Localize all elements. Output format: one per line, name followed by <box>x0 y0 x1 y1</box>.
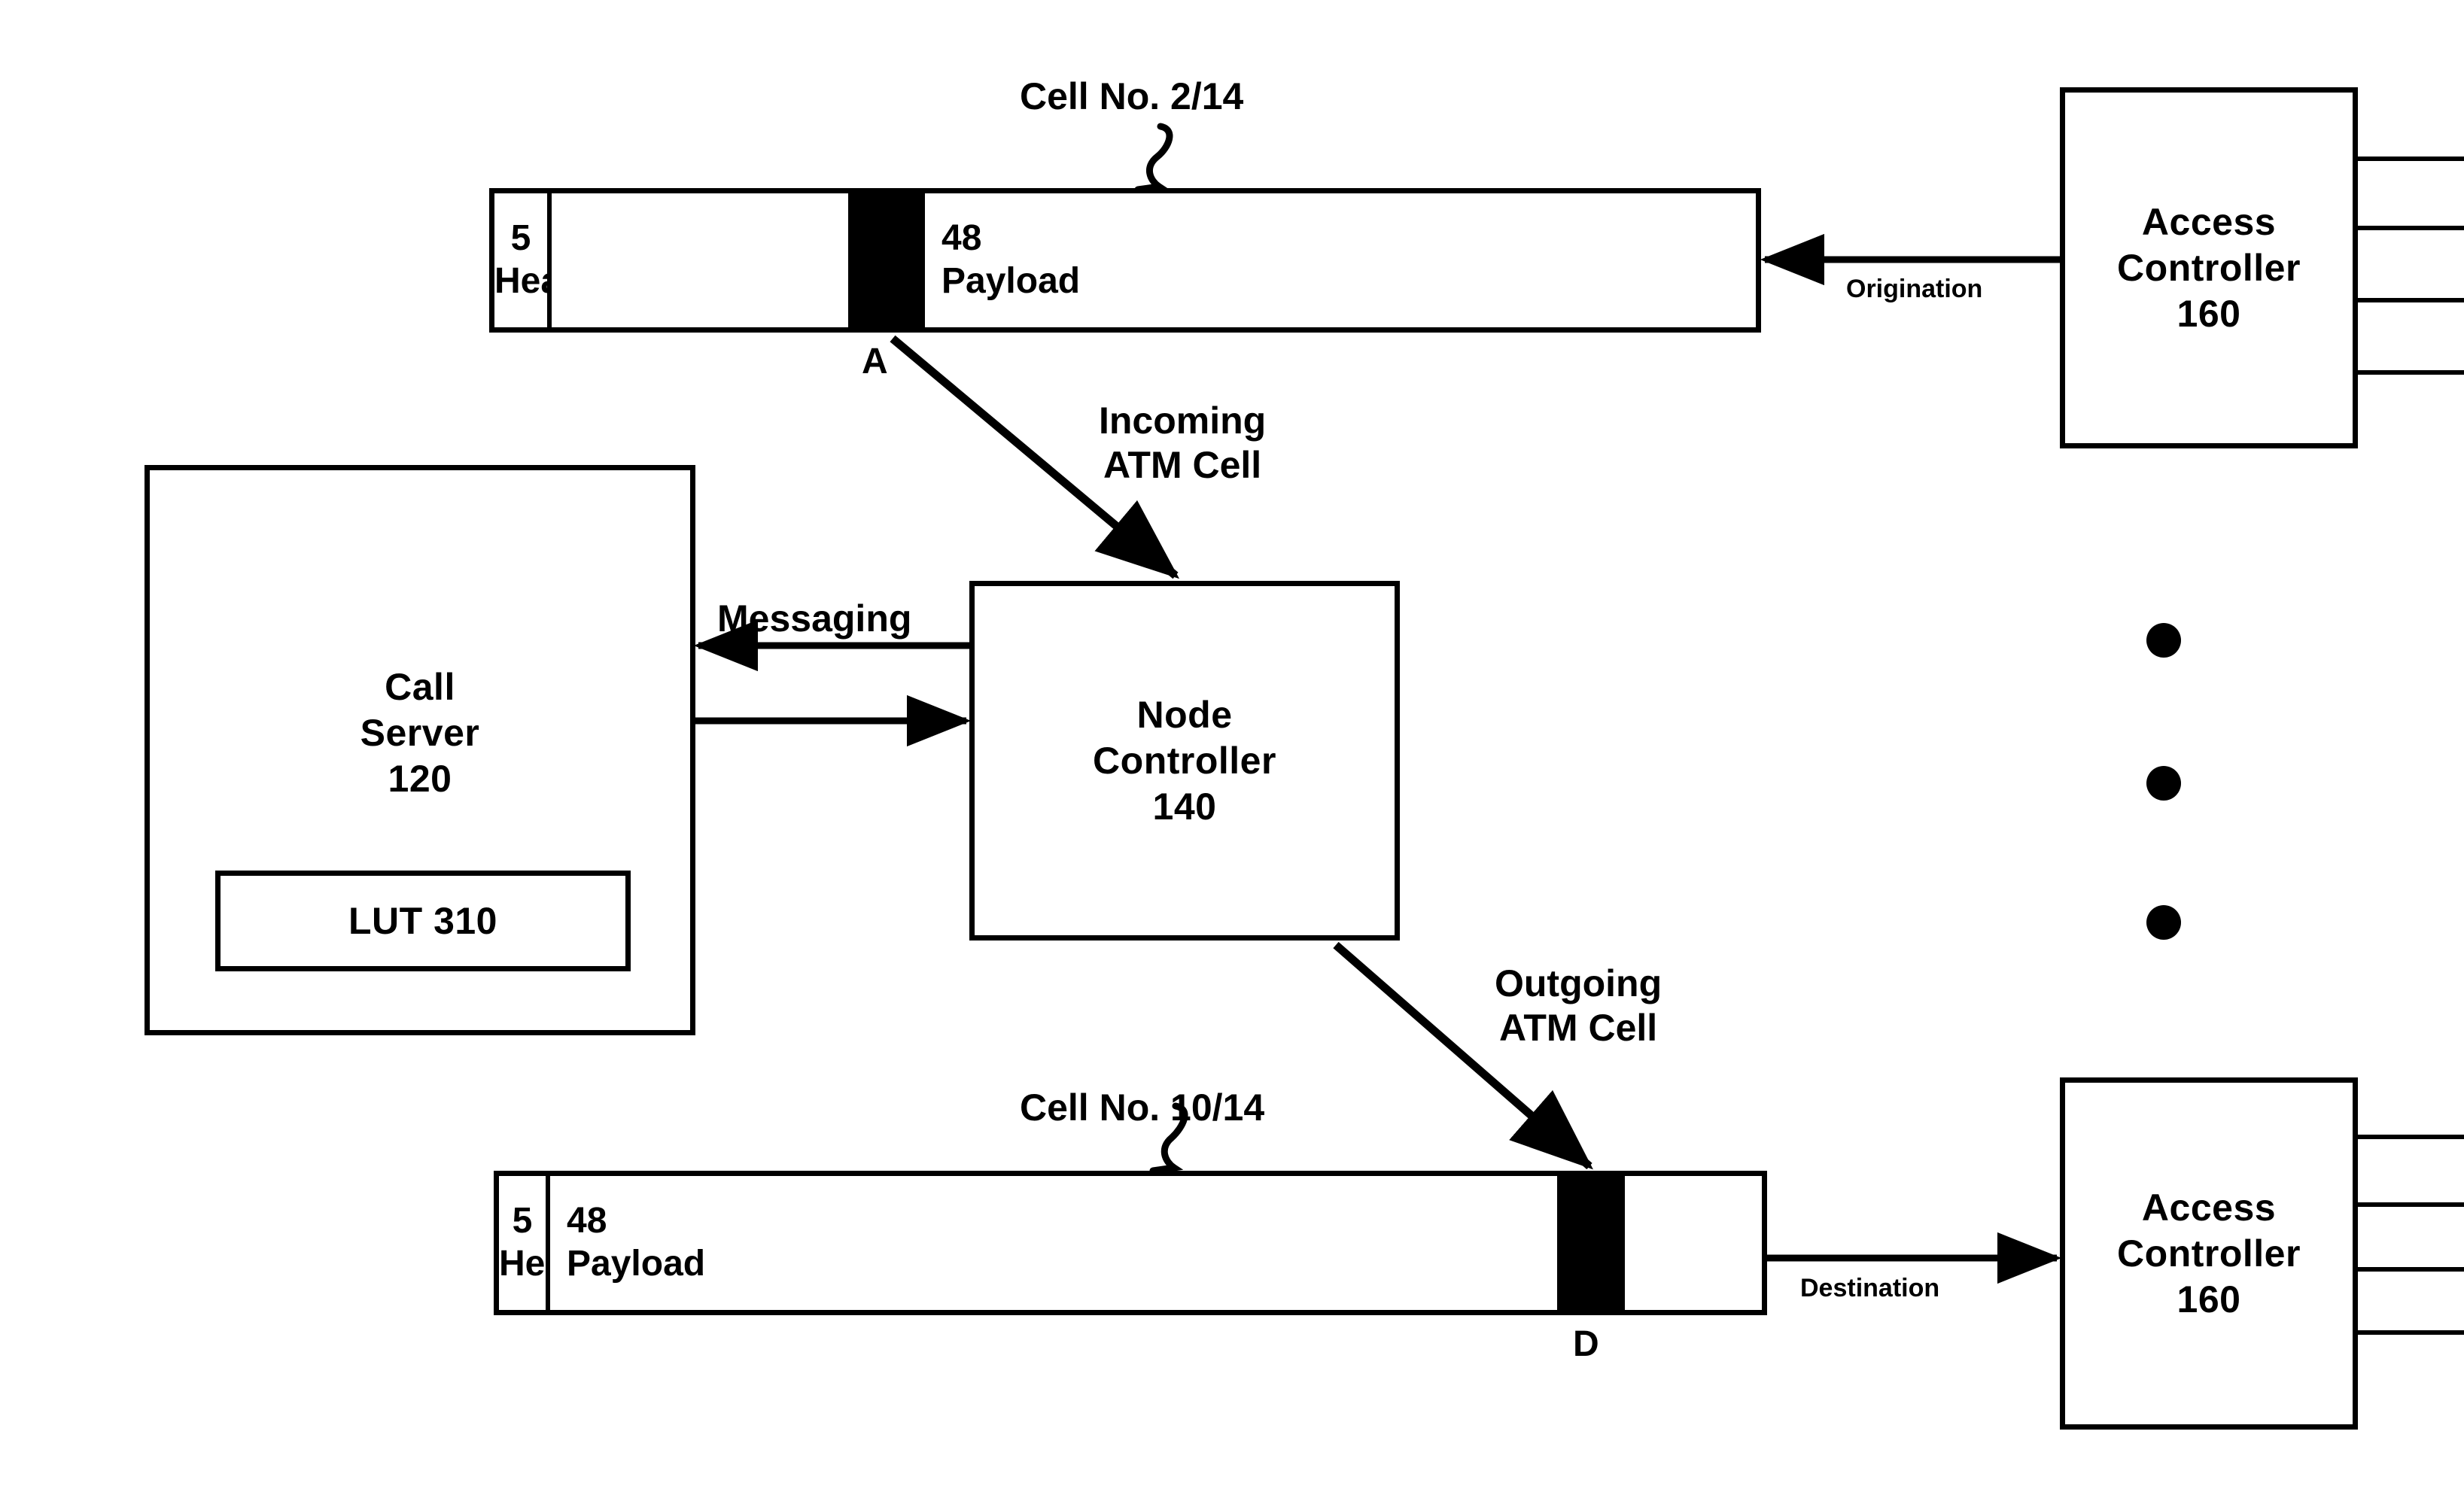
outgoing-atm-cell-label: Outgoing ATM Cell <box>1495 962 1662 1050</box>
incoming-atm-cell-label-line1: Incoming <box>1099 400 1267 442</box>
messaging-label: Messaging <box>717 597 912 640</box>
top-cell-caption: Cell No. 2/14 <box>1020 75 1244 117</box>
top-cell-header-label: Header <box>494 261 547 301</box>
access-top-trunk-line-1 <box>2358 157 2464 161</box>
access-bottom-trunk-line-2 <box>2358 1202 2464 1207</box>
call-server-label-3: 120 <box>388 758 452 800</box>
top-cell-segment-payload: 48 Payload <box>925 193 1756 327</box>
access-controller-bottom-label-1: Access <box>2141 1186 2277 1229</box>
origination-label: Origination <box>1846 275 1983 303</box>
access-controller-top-label-2: Controller <box>2117 246 2301 289</box>
bottom-cell-caption: Cell No. 10/14 <box>1020 1086 1265 1129</box>
access-bottom-trunk-line-1 <box>2358 1135 2464 1139</box>
bottom-cell-segment-tail <box>1625 1176 1762 1310</box>
outgoing-atm-cell-label-line1: Outgoing <box>1495 962 1662 1004</box>
access-controller-top-label-1: Access <box>2141 200 2277 243</box>
bottom-cell-segment-slot-d <box>1557 1176 1625 1310</box>
access-top-trunk-line-2 <box>2358 226 2464 230</box>
top-cell-segment-header: 5 Header <box>494 193 552 327</box>
bottom-cell-header-size: 5 <box>512 1201 533 1241</box>
bottom-cell-marker-d: D <box>1573 1324 1599 1364</box>
bottom-cell-header-label: Header <box>499 1244 546 1284</box>
node-controller-label-3: 140 <box>1152 785 1217 828</box>
top-cell-segment-spacer <box>552 193 853 327</box>
ellipsis-dot-3 <box>2146 905 2181 940</box>
ellipsis-dot-2 <box>2146 766 2181 801</box>
access-top-trunk-line-4 <box>2358 370 2464 375</box>
access-controller-top-block[interactable]: Access Controller 160 <box>2060 87 2358 448</box>
top-cell-marker-a: A <box>862 342 888 381</box>
call-server-label-1: Call <box>385 666 455 708</box>
incoming-atm-cell-label: Incoming ATM Cell <box>1099 399 1266 488</box>
node-controller-label-2: Controller <box>1093 739 1276 782</box>
top-atm-cell-bar: 5 Header 48 Payload <box>489 188 1761 333</box>
top-cell-segment-slot-a <box>853 193 925 327</box>
destination-label: Destination <box>1800 1274 1940 1302</box>
bottom-cell-segment-header: 5 Header <box>499 1176 550 1310</box>
access-bottom-trunk-line-4 <box>2358 1330 2464 1335</box>
access-bottom-trunk-line-3 <box>2358 1267 2464 1272</box>
lut-block[interactable]: LUT 310 <box>215 871 631 971</box>
bottom-cell-payload-label: Payload <box>567 1244 706 1284</box>
node-controller-label-1: Node <box>1136 693 1233 736</box>
access-top-trunk-line-3 <box>2358 298 2464 302</box>
outgoing-atm-cell-label-line2: ATM Cell <box>1498 1007 1658 1049</box>
top-cell-header-size: 5 <box>510 218 531 259</box>
lut-label: LUT 310 <box>348 899 497 942</box>
access-controller-top-label-3: 160 <box>2177 292 2241 335</box>
top-cell-payload-label: Payload <box>941 261 1081 301</box>
access-controller-bottom-block[interactable]: Access Controller 160 <box>2060 1077 2358 1430</box>
node-controller-block[interactable]: Node Controller 140 <box>969 581 1400 941</box>
bottom-cell-payload-size: 48 <box>567 1201 607 1241</box>
bottom-atm-cell-bar: 5 Header 48 Payload <box>494 1171 1767 1315</box>
top-cell-payload-size: 48 <box>941 218 982 259</box>
figure-canvas: Cell No. 2/14 5 Header 48 Payload A Cell… <box>0 0 2464 1486</box>
top-caption-leader <box>1134 123 1173 193</box>
call-server-label-2: Server <box>360 712 480 754</box>
ellipsis-dot-1 <box>2146 623 2181 658</box>
bottom-cell-segment-payload: 48 Payload <box>550 1176 1557 1310</box>
access-controller-bottom-label-3: 160 <box>2177 1278 2241 1320</box>
access-controller-bottom-label-2: Controller <box>2117 1232 2301 1275</box>
incoming-atm-cell-label-line2: ATM Cell <box>1103 444 1262 486</box>
